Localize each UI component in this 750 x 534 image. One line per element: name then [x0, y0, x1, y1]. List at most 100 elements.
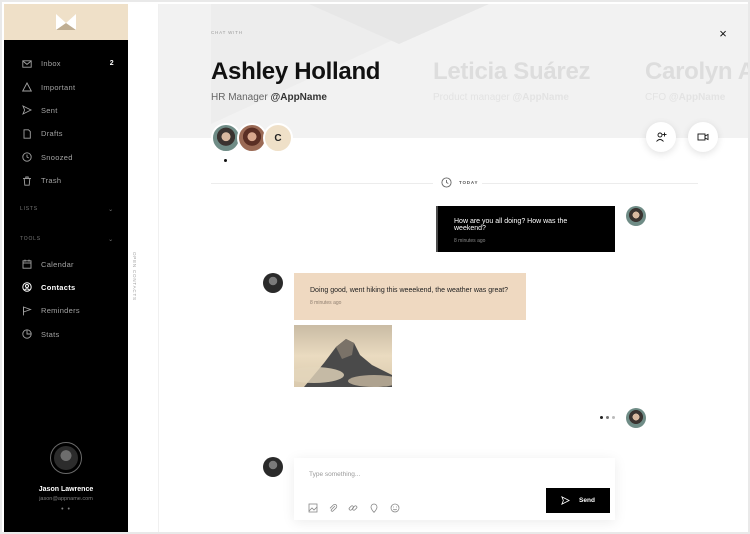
- sidebar: Inbox 2 Important Sent Drafts Snoozed Tr…: [4, 4, 128, 532]
- avatar[interactable]: [626, 408, 646, 428]
- emoji-icon[interactable]: [390, 500, 400, 513]
- lists-section-toggle[interactable]: LISTS ⌄: [4, 198, 128, 220]
- sidebar-item-snoozed[interactable]: Snoozed: [4, 146, 128, 169]
- contact-org: @AppName: [512, 92, 569, 103]
- sidebar-item-label: Reminders: [41, 306, 80, 316]
- user-profile[interactable]: Jason Lawrence jason@appname.com • •: [4, 442, 128, 513]
- sidebar-item-label: Contacts: [41, 282, 76, 292]
- contact-avatars: C: [211, 123, 293, 155]
- add-user-button[interactable]: [646, 122, 676, 152]
- divider: [211, 183, 433, 184]
- avatar[interactable]: [263, 273, 283, 293]
- contacts-panel-toggle[interactable]: OPEN CONTACTS: [128, 4, 159, 532]
- pie-chart-icon: [22, 329, 32, 339]
- sidebar-item-important[interactable]: Important: [4, 75, 128, 98]
- mail-icon: [22, 59, 32, 69]
- message-outgoing[interactable]: How are you all doing? How was the weeke…: [436, 206, 615, 252]
- calendar-icon: [22, 259, 32, 269]
- contact-name-active[interactable]: Ashley Holland: [211, 58, 380, 86]
- paperclip-icon[interactable]: [328, 500, 338, 512]
- user-name: Jason Lawrence: [38, 486, 94, 493]
- chevron-down-icon: ⌄: [108, 206, 114, 213]
- document-icon: [22, 129, 32, 139]
- sidebar-item-reminders[interactable]: Reminders: [4, 299, 128, 322]
- sidebar-item-label: Important: [41, 82, 76, 92]
- chat-with-label: CHAT WITH: [211, 30, 243, 35]
- user-circle-icon: [22, 282, 32, 293]
- section-label: LISTS: [20, 206, 38, 213]
- add-user-icon: [656, 132, 667, 142]
- active-indicator: [224, 159, 227, 162]
- sidebar-item-drafts[interactable]: Drafts: [4, 122, 128, 145]
- message-input[interactable]: [309, 467, 529, 481]
- send-icon: [561, 496, 571, 505]
- sidebar-item-stats[interactable]: Stats: [4, 323, 128, 346]
- contact-role-title: Product manager: [433, 92, 510, 103]
- image-attachment[interactable]: [294, 325, 392, 387]
- app-frame: Inbox 2 Important Sent Drafts Snoozed Tr…: [0, 0, 750, 534]
- mail-nav: Inbox 2 Important Sent Drafts Snoozed Tr…: [4, 52, 128, 192]
- sidebar-item-label: Stats: [41, 329, 60, 339]
- open-contacts-label: OPEN CONTACTS: [132, 252, 137, 301]
- contact-org: @AppName: [270, 92, 327, 103]
- sidebar-item-trash[interactable]: Trash: [4, 169, 128, 192]
- section-label: TOOLS: [20, 236, 41, 243]
- link-icon[interactable]: [348, 500, 358, 511]
- tools-nav: Calendar Contacts Reminders Stats: [4, 252, 128, 346]
- close-icon[interactable]: ×: [716, 26, 730, 41]
- message-text: How are you all doing? How was the weeke…: [454, 218, 568, 232]
- trash-icon: [22, 176, 32, 186]
- chat-header: CHAT WITH Ashley Holland HR Manager @App…: [159, 4, 748, 138]
- avatar[interactable]: [263, 457, 283, 477]
- image-icon[interactable]: [308, 500, 318, 513]
- warning-icon: [22, 82, 32, 92]
- contact-role: CFO @AppName: [645, 92, 725, 103]
- location-pin-icon[interactable]: [369, 500, 379, 514]
- sidebar-item-label: Calendar: [41, 259, 74, 269]
- sidebar-item-label: Snoozed: [41, 152, 73, 162]
- tools-section-toggle[interactable]: TOOLS ⌄: [4, 228, 128, 250]
- sidebar-item-calendar[interactable]: Calendar: [4, 252, 128, 275]
- sidebar-item-label: Inbox: [41, 59, 61, 69]
- contact-name[interactable]: Carolyn A: [645, 58, 748, 86]
- user-email: jason@appname.com: [39, 496, 93, 502]
- avatar-photo: [54, 446, 78, 470]
- sidebar-item-label: Trash: [41, 176, 62, 186]
- contact-role-title: HR Manager: [211, 92, 268, 103]
- contact-org: @AppName: [668, 92, 726, 103]
- unread-count-badge: 2: [109, 60, 114, 68]
- message-text: Doing good, went hiking this weeekend, t…: [310, 287, 509, 294]
- avatar-carolyn[interactable]: C: [263, 123, 293, 153]
- send-label: Send: [579, 497, 595, 504]
- sidebar-item-label: Drafts: [41, 129, 63, 139]
- video-call-button[interactable]: [688, 122, 718, 152]
- message-incoming[interactable]: Doing good, went hiking this weeekend, t…: [294, 273, 526, 320]
- message-time: 8 minutes ago: [454, 238, 486, 244]
- clock-icon: [441, 177, 452, 188]
- contact-role-active: HR Manager @AppName: [211, 92, 327, 103]
- more-options-icon[interactable]: • •: [4, 506, 128, 513]
- contact-role: Product manager @AppName: [433, 92, 569, 103]
- contact-name[interactable]: Leticia Suárez: [433, 58, 591, 86]
- message-composer: Send: [294, 458, 615, 520]
- logo-icon: [56, 14, 76, 30]
- clock-icon: [22, 152, 32, 162]
- sidebar-item-inbox[interactable]: Inbox 2: [4, 52, 128, 75]
- video-icon: [697, 133, 709, 141]
- sidebar-item-sent[interactable]: Sent: [4, 99, 128, 122]
- avatar[interactable]: [626, 206, 646, 226]
- send-icon: [22, 105, 32, 116]
- sidebar-item-label: Sent: [41, 105, 58, 115]
- mountain-photo: [294, 325, 392, 387]
- day-label: TODAY: [459, 180, 479, 185]
- divider: [480, 183, 698, 184]
- avatar: [50, 442, 82, 474]
- day-separator: TODAY: [437, 177, 483, 188]
- chevron-down-icon: ⌄: [108, 236, 114, 243]
- message-time: 8 minutes ago: [310, 300, 342, 306]
- contact-role-title: CFO: [645, 92, 667, 103]
- send-button[interactable]: Send: [546, 488, 610, 513]
- sidebar-item-contacts[interactable]: Contacts: [4, 276, 128, 299]
- flag-icon: [22, 306, 32, 316]
- logo[interactable]: [4, 4, 128, 40]
